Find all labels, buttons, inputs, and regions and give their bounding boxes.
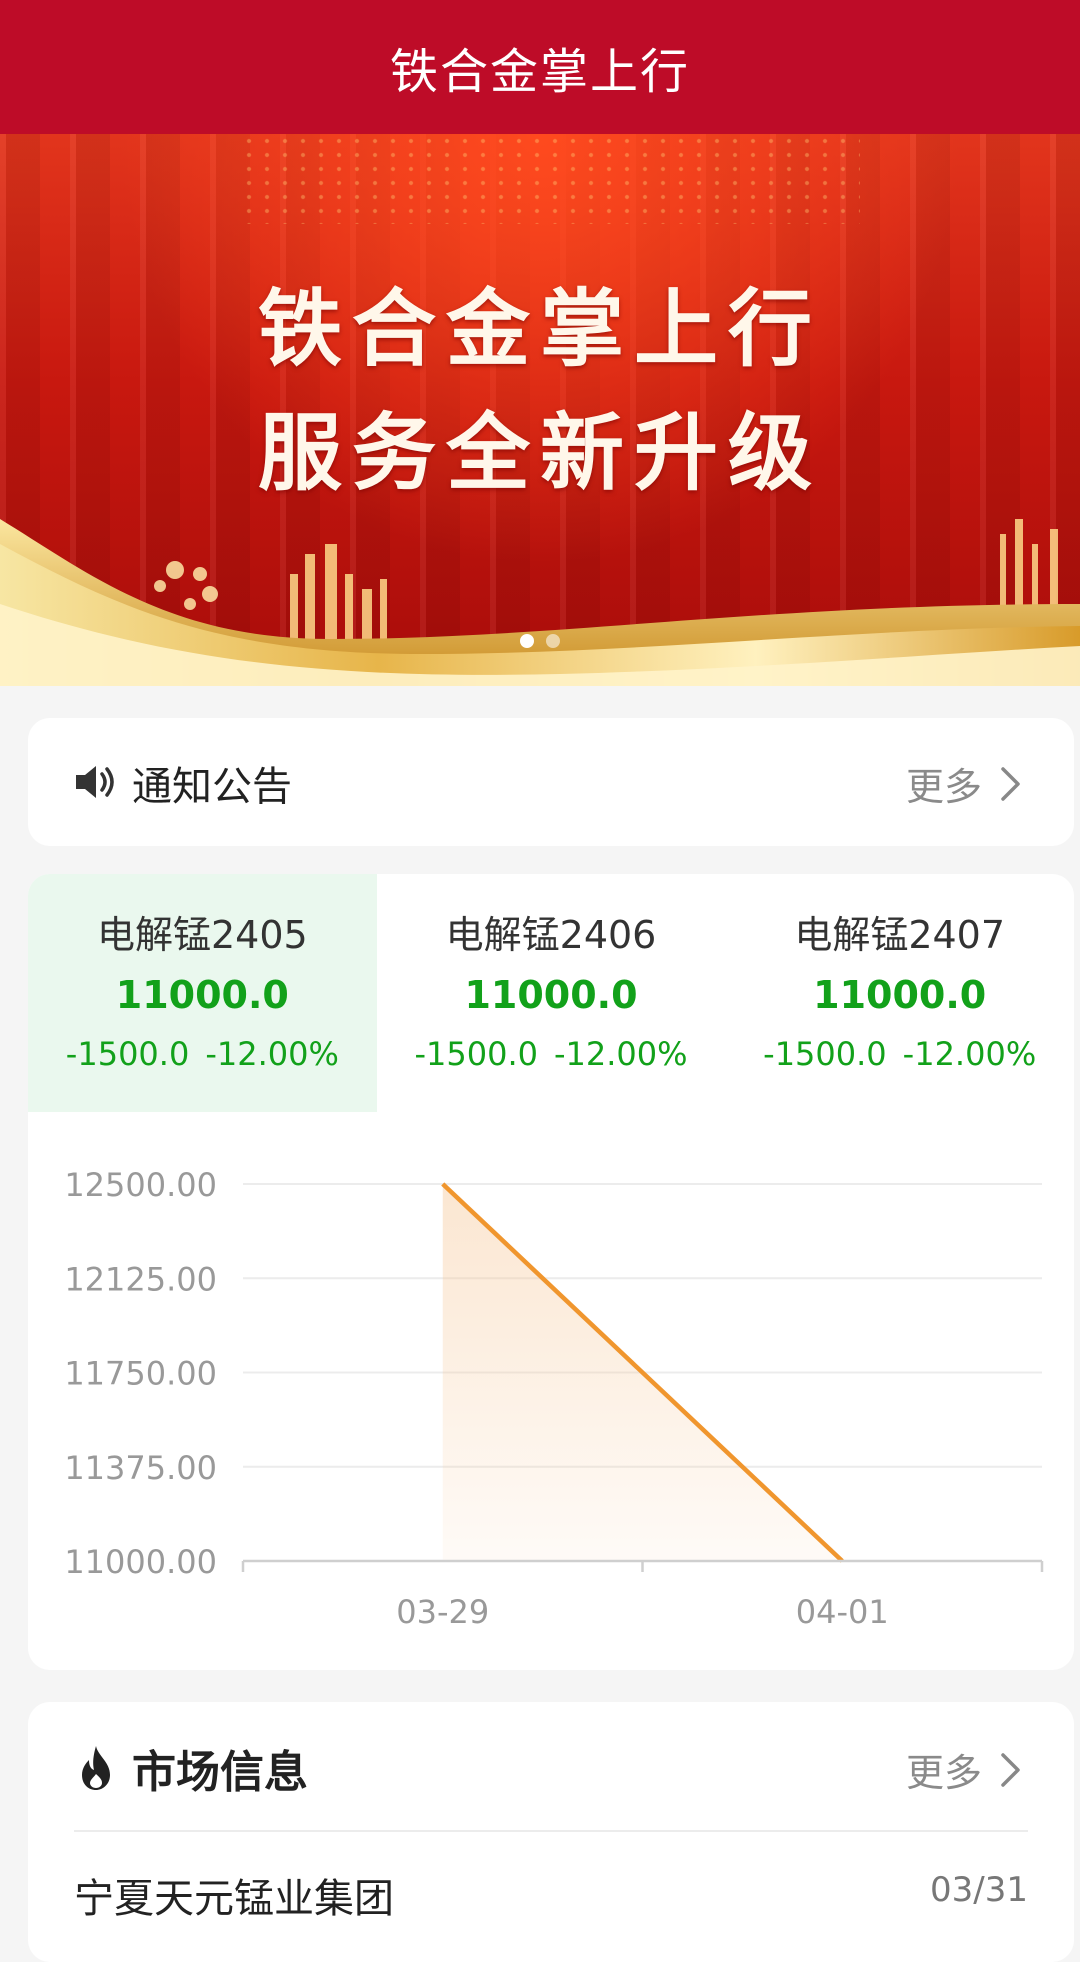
banner-headline: 铁合金掌上行 (257, 279, 822, 378)
chevron-right-icon (1001, 766, 1020, 801)
speaker-icon (76, 766, 114, 798)
y-tick-label: 11375.00 (64, 1449, 217, 1487)
news-title: 宁夏天元锰业集团 (74, 1876, 394, 1922)
carousel-indicator[interactable] (0, 634, 1080, 648)
news-date: 03/31 (930, 1870, 1028, 1910)
promo-banner[interactable]: 铁合金掌上行 服务全新升级 (0, 134, 1080, 686)
x-tick-label: 04-01 (796, 1593, 889, 1631)
y-tick-label: 12125.00 (64, 1260, 217, 1298)
chevron-right-icon (1001, 1752, 1020, 1787)
carousel-dot-1[interactable] (520, 634, 534, 648)
y-tick-label: 11000.00 (64, 1543, 217, 1581)
list-item[interactable]: 宁夏天元锰业集团 03/31 (74, 1866, 1028, 1924)
more-label: 更多 (905, 765, 982, 809)
carousel-dot-2[interactable] (546, 634, 560, 648)
divider (74, 1830, 1028, 1832)
market-title: 市场信息 (132, 1747, 308, 1798)
y-tick-label: 12500.00 (64, 1166, 217, 1204)
fire-icon (82, 1746, 110, 1790)
price-card: 电解锰2405 11000.0 -1500.0 -12.00% 电解锰2406 11000… (28, 874, 1074, 1670)
notice-more-button[interactable]: 更多 (906, 756, 1022, 811)
app-header: 铁合金掌上行 (0, 0, 1080, 134)
y-tick-label: 11750.00 (64, 1355, 217, 1393)
x-tick-label: 03-29 (396, 1593, 489, 1631)
more-label: 更多 (905, 1751, 982, 1795)
notice-bar[interactable]: 通知公告 更多 (28, 718, 1074, 846)
banner-bokeh (154, 561, 218, 610)
notice-title: 通知公告 (132, 764, 292, 810)
banner-subheadline: 服务全新升级 (257, 403, 822, 502)
page-title: 铁合金掌上行 (389, 44, 690, 100)
market-info-section: 市场信息 更多 宁夏天元锰业集团 03/31 (28, 1702, 1074, 1962)
price-chart: 12500.00 12125.00 11750.00 11375.00 11000.00… (64, 1166, 1044, 1631)
market-more-button[interactable]: 更多 (906, 1742, 1022, 1797)
